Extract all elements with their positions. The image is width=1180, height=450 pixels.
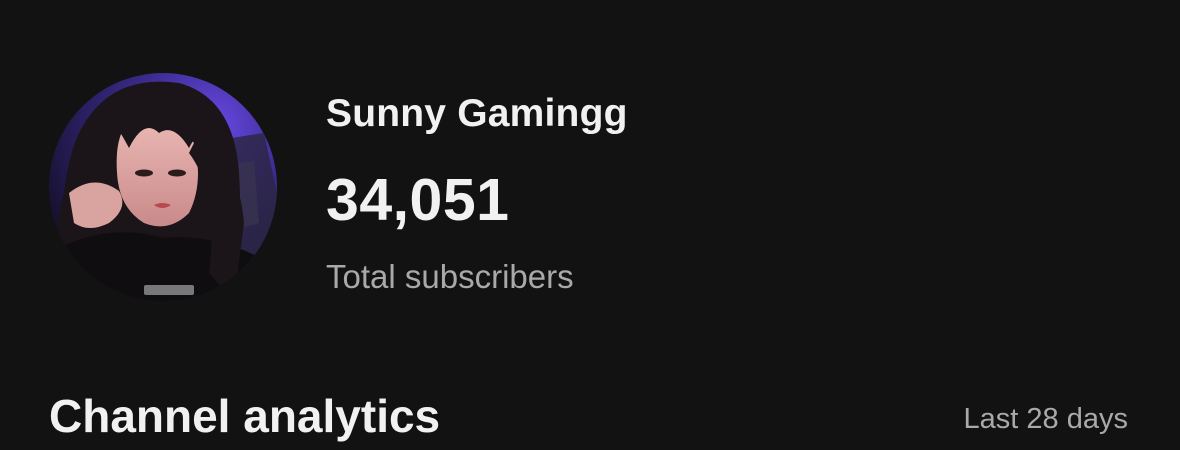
subscriber-label: Total subscribers [326,258,574,295]
channel-avatar[interactable] [49,73,277,301]
subscriber-count: 34,051 [326,167,510,233]
period-selector[interactable]: Last 28 days [964,403,1128,436]
channel-name: Sunny Gamingg [326,92,628,135]
channel-analytics-title: Channel analytics [49,390,441,442]
avatar-photo [49,73,277,301]
